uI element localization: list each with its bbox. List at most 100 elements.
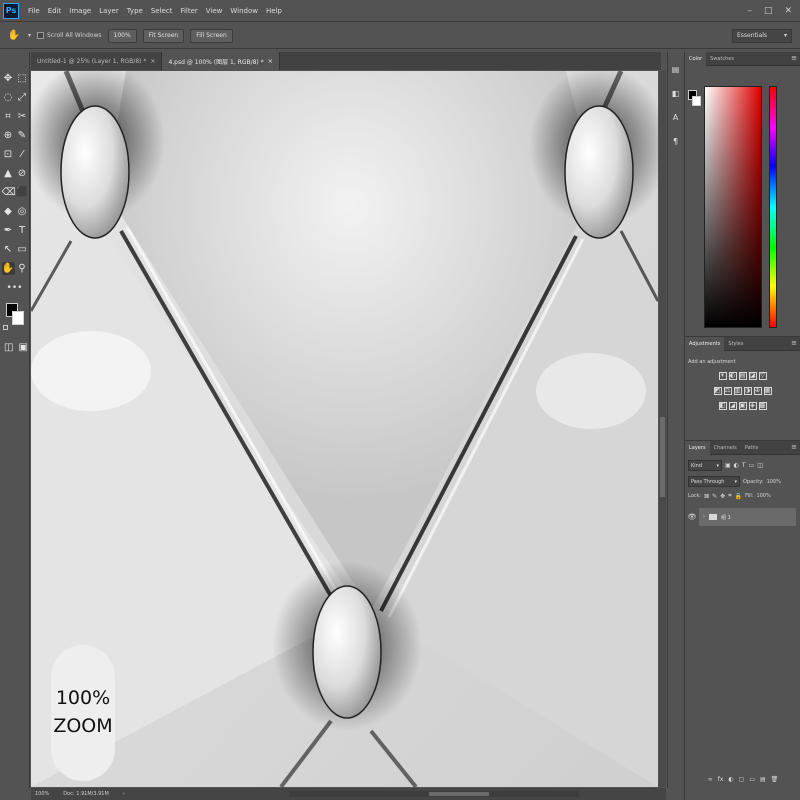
hue-saturation-icon[interactable]: ◩ <box>713 387 722 395</box>
quick-mask-icon[interactable]: ◫ <box>3 341 15 354</box>
tab-channels[interactable]: Channels <box>710 441 741 455</box>
layer-row[interactable]: 👁 › 组 1 <box>685 508 796 526</box>
adjustment-filter-icon[interactable]: ◐ <box>734 462 739 469</box>
lock-image-icon[interactable]: ✎ <box>712 493 717 500</box>
menu-view[interactable]: View <box>202 7 227 15</box>
tool-preset-chevron-icon[interactable]: ▾ <box>28 32 31 39</box>
close-icon[interactable]: ✕ <box>784 6 792 16</box>
paragraph-panel-icon[interactable]: ¶ <box>670 136 682 148</box>
menu-help[interactable]: Help <box>262 7 286 15</box>
tab-adjustments[interactable]: Adjustments <box>685 336 725 351</box>
horizontal-scrollbar-thumb[interactable] <box>428 792 489 796</box>
default-colors-icon[interactable] <box>3 325 8 330</box>
horizontal-scrollbar[interactable] <box>288 791 579 797</box>
workspace-select[interactable]: Essentials ▾ <box>732 28 792 43</box>
menu-edit[interactable]: Edit <box>44 7 66 15</box>
type-tool-icon[interactable]: T <box>16 224 29 237</box>
visibility-eye-icon[interactable]: 👁 <box>685 513 699 521</box>
new-adjustment-icon[interactable]: ▢ <box>739 776 745 783</box>
fill-input[interactable]: 100% <box>756 493 770 499</box>
brush-tool-icon[interactable]: ✎ <box>16 129 29 142</box>
dodge-tool-icon[interactable]: ⬛ <box>16 186 29 199</box>
maximize-icon[interactable]: □ <box>764 6 773 16</box>
document-canvas[interactable]: 100% ZOOM <box>31 71 658 787</box>
hand-icon[interactable]: ✋ <box>6 28 22 44</box>
delete-layer-icon[interactable]: 🗑 <box>771 776 779 783</box>
shape-filter-icon[interactable]: ▭ <box>749 462 755 469</box>
zoom-100-button[interactable]: 100% <box>107 28 137 43</box>
crop-tool-icon[interactable]: ⌗ <box>2 110 15 123</box>
path-tool-icon[interactable]: ✒ <box>2 224 15 237</box>
eyedropper-tool-icon[interactable]: ⊕ <box>2 129 15 142</box>
channel-mixer-icon[interactable]: ⊕ <box>753 387 762 395</box>
menu-layer[interactable]: Layer <box>95 7 123 15</box>
tab-color[interactable]: Color <box>685 51 707 66</box>
lock-position-icon[interactable]: ✥ <box>720 493 725 500</box>
menu-window[interactable]: Window <box>226 7 262 15</box>
lock-transparent-icon[interactable]: ⊠ <box>704 493 709 500</box>
tab-paths[interactable]: Paths <box>741 441 763 455</box>
checkbox-box[interactable] <box>37 32 45 39</box>
layer-group[interactable]: › 组 1 <box>699 508 796 526</box>
opacity-input[interactable]: 100% <box>767 479 781 485</box>
tab-styles[interactable]: Styles <box>724 337 747 351</box>
gradient-map-icon[interactable]: ◈ <box>748 402 757 410</box>
tab-untitled-1[interactable]: Untitled-1 @ 25% (Layer 1, RGB/8) * × <box>31 52 163 70</box>
smart-object-filter-icon[interactable]: ◫ <box>757 462 763 469</box>
minimize-icon[interactable]: – <box>747 6 752 16</box>
history-panel-icon[interactable]: ▤ <box>670 64 682 76</box>
screen-mode-icon[interactable]: ▣ <box>18 341 30 354</box>
vertical-scrollbar[interactable] <box>659 71 666 787</box>
color-picker-field[interactable] <box>704 86 762 328</box>
path-select-tool-icon[interactable]: ↖ <box>2 243 15 256</box>
tab-close-icon[interactable]: × <box>268 58 273 65</box>
more-tools-icon[interactable]: ••• <box>0 283 29 293</box>
vibrance-icon[interactable]: ▽ <box>758 372 767 380</box>
black-white-icon[interactable]: ▥ <box>733 387 742 395</box>
kind-filter-select[interactable]: Kind ▾ <box>688 460 722 471</box>
history-brush-tool-icon[interactable]: ⁄ <box>16 148 29 161</box>
panel-menu-icon[interactable]: ≡ <box>791 339 797 347</box>
pen-tool-icon[interactable]: ◆ <box>2 205 15 218</box>
status-arrow-icon[interactable]: › <box>123 791 125 797</box>
new-group-icon[interactable]: ▭ <box>749 776 755 783</box>
new-layer-icon[interactable]: ▤ <box>760 776 766 783</box>
add-mask-icon[interactable]: ◐ <box>728 776 733 783</box>
tab-4-psd[interactable]: 4.psd @ 100% (图层 1, RGB/8) * × <box>162 52 280 70</box>
posterize-icon[interactable]: ◢ <box>728 402 737 410</box>
properties-panel-icon[interactable]: ◧ <box>670 88 682 100</box>
eraser-tool-icon[interactable]: ▲ <box>2 167 15 180</box>
fill-screen-button[interactable]: Fill Screen <box>190 28 233 43</box>
tab-swatches[interactable]: Swatches <box>706 52 738 66</box>
tab-close-icon[interactable]: × <box>150 58 155 65</box>
tab-layers[interactable]: Layers <box>685 440 710 455</box>
curves-icon[interactable]: ▤ <box>738 372 747 380</box>
layer-style-icon[interactable]: fx <box>718 776 724 783</box>
lock-all-icon[interactable]: 🔒 <box>735 493 742 500</box>
menu-filter[interactable]: Filter <box>176 7 201 15</box>
status-zoom[interactable]: 100% <box>35 791 49 797</box>
panel-menu-icon[interactable]: ≡ <box>791 443 797 451</box>
slice-tool-icon[interactable]: ✂ <box>16 110 29 123</box>
expand-chevron-icon[interactable]: › <box>703 514 705 520</box>
zoom-tool-icon[interactable]: ⚲ <box>16 262 29 275</box>
menu-image[interactable]: Image <box>65 7 95 15</box>
rectangle-tool-icon[interactable]: ▭ <box>16 243 29 256</box>
color-lookup-icon[interactable]: ▦ <box>763 387 772 395</box>
scroll-all-windows-checkbox[interactable]: Scroll All Windows <box>37 32 102 39</box>
gradient-tool-icon[interactable]: ⊘ <box>16 167 29 180</box>
threshold-icon[interactable]: ▣ <box>738 402 747 410</box>
menu-file[interactable]: File <box>24 7 44 15</box>
background-color-swatch[interactable] <box>12 311 24 325</box>
stamp-tool-icon[interactable]: ⊡ <box>2 148 15 161</box>
panel-menu-icon[interactable]: ≡ <box>791 54 797 62</box>
levels-icon[interactable]: ◐ <box>728 372 737 380</box>
sponge-tool-icon[interactable]: ◎ <box>16 205 29 218</box>
quick-select-tool-icon[interactable]: ⤢ <box>16 91 29 104</box>
character-panel-icon[interactable]: A <box>670 112 682 124</box>
link-layers-icon[interactable]: ∞ <box>708 776 713 783</box>
blend-mode-select[interactable]: Pass Through ▾ <box>688 476 740 487</box>
selective-color-icon[interactable]: ▩ <box>758 402 767 410</box>
hand-tool-icon[interactable]: ✋ <box>1 262 15 275</box>
exposure-icon[interactable]: ◪ <box>748 372 757 380</box>
